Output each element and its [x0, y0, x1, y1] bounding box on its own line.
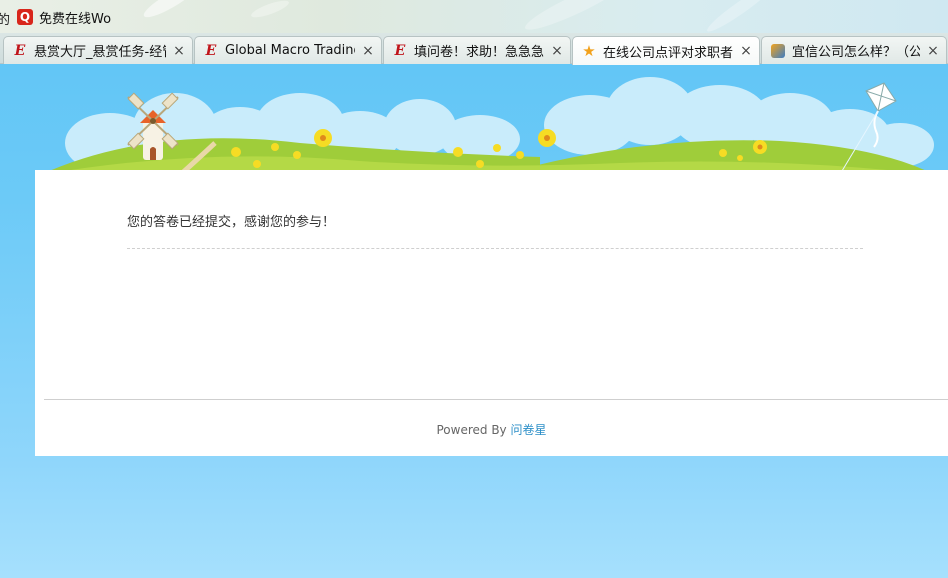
submission-message: 您的答卷已经提交，感谢您的参与！	[127, 215, 336, 230]
header-illustration	[0, 65, 948, 175]
bookmark-bar: 的 Q 免费在线Wo	[0, 0, 948, 33]
tab-item[interactable]: E Global Macro Trading: ×	[194, 36, 382, 64]
close-icon[interactable]: ×	[172, 43, 186, 59]
tab-title: Global Macro Trading:	[225, 43, 355, 58]
close-icon[interactable]: ×	[550, 43, 564, 59]
tab-title: 在线公司点评对求职者由	[603, 45, 733, 61]
j-icon	[770, 43, 786, 59]
close-icon[interactable]: ×	[361, 43, 375, 59]
bookmark-label: 免费在线Wo	[39, 11, 112, 27]
bookmark-item[interactable]: Q 免费在线Wo	[17, 7, 111, 27]
tab-item[interactable]: E 填问卷！求助！急急急！ ×	[383, 36, 571, 64]
tab-title: 填问卷！求助！急急急！	[414, 45, 544, 60]
tab-item[interactable]: 宜信公司怎么样？（公司 ×	[761, 36, 947, 64]
tab-title: 宜信公司怎么样？（公司	[792, 45, 920, 60]
q-icon: Q	[17, 9, 33, 25]
tab-strip: E 悬赏大厅_悬赏任务-经管 × E Global Macro Trading:…	[0, 33, 948, 65]
tab-title: 悬赏大厅_悬赏任务-经管	[34, 45, 166, 60]
powered-by-label: Powered By	[436, 423, 507, 437]
tab-item-active[interactable]: ★ 在线公司点评对求职者由 ×	[572, 36, 760, 65]
powered-by: Powered By 问卷星	[35, 421, 948, 438]
e-icon: E	[205, 42, 217, 59]
close-icon[interactable]: ×	[926, 43, 940, 59]
brand-link[interactable]: 问卷星	[510, 423, 546, 437]
tab-item[interactable]: E 悬赏大厅_悬赏任务-经管 ×	[3, 36, 193, 64]
bookmark-fragment[interactable]: 的	[0, 9, 10, 28]
result-card: 您的答卷已经提交，感谢您的参与！ Powered By 问卷星	[35, 170, 948, 456]
e-icon: E	[394, 42, 406, 59]
footer-divider	[44, 399, 948, 400]
dashed-divider	[127, 248, 863, 249]
e-icon: E	[14, 42, 26, 59]
close-icon[interactable]: ×	[739, 43, 753, 59]
star-icon: ★	[582, 42, 596, 60]
